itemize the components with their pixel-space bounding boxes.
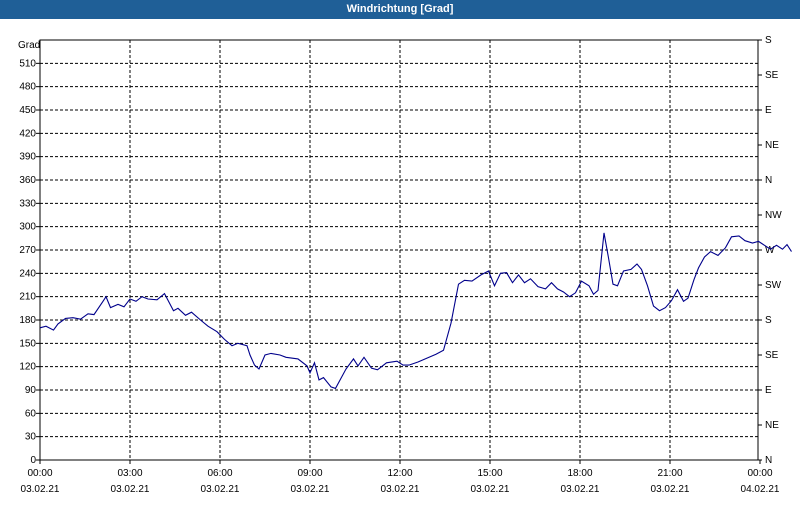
y-tick-label: 390: [19, 152, 36, 163]
right-tick-label: NE: [765, 140, 779, 151]
x-tick-time-label: 03:00: [117, 468, 142, 479]
x-tick-date-label: 03.02.21: [201, 484, 240, 495]
y-tick-label: 120: [19, 362, 36, 373]
y-tick-label: 420: [19, 128, 36, 139]
y-tick-label: 0: [30, 455, 36, 466]
x-tick-time-label: 06:00: [207, 468, 232, 479]
right-tick-label: NE: [765, 420, 779, 431]
x-tick-date-label: 03.02.21: [471, 484, 510, 495]
x-tick-time-label: 12:00: [387, 468, 412, 479]
right-tick-label: E: [765, 385, 772, 396]
y-axis-right: NNEESESSWWNWNNEESES: [758, 35, 782, 466]
chart-title-bar: Windrichtung [Grad]: [0, 0, 800, 19]
y-tick-label: 330: [19, 198, 36, 209]
x-tick-time-label: 21:00: [657, 468, 682, 479]
y-tick-label: 510: [19, 58, 36, 69]
right-tick-label: S: [765, 35, 772, 46]
y-tick-label: 300: [19, 222, 36, 233]
x-tick-time-label: 00:00: [747, 468, 772, 479]
y-tick-label: 210: [19, 292, 36, 303]
right-tick-label: NW: [765, 210, 782, 221]
right-tick-label: SE: [765, 350, 779, 361]
right-tick-label: N: [765, 175, 772, 186]
y-axis-label: Grad: [18, 40, 40, 51]
x-tick-date-label: 03.02.21: [381, 484, 420, 495]
x-tick-date-label: 03.02.21: [561, 484, 600, 495]
x-tick-date-label: 03.02.21: [21, 484, 60, 495]
y-tick-label: 150: [19, 338, 36, 349]
right-tick-label: E: [765, 105, 772, 116]
x-tick-date-label: 03.02.21: [111, 484, 150, 495]
x-tick-date-label: 03.02.21: [651, 484, 690, 495]
y-tick-label: 270: [19, 245, 36, 256]
x-tick-date-label: 04.02.21: [741, 484, 780, 495]
y-tick-label: 240: [19, 268, 36, 279]
x-tick-date-label: 03.02.21: [291, 484, 330, 495]
chart-title: Windrichtung [Grad]: [346, 3, 454, 15]
x-tick-time-label: 15:00: [477, 468, 502, 479]
x-tick-time-label: 00:00: [27, 468, 52, 479]
y-tick-label: 60: [25, 408, 37, 419]
chart-area: 0 30 60 90 120 150 180 210 240 270 300 330 360 390 420…: [0, 19, 800, 500]
right-tick-label: S: [765, 315, 772, 326]
x-tick-time-label: 09:00: [297, 468, 322, 479]
x-tick-time-label: 18:00: [567, 468, 592, 479]
y-tick-label: 450: [19, 105, 36, 116]
wind-direction-chart: 0 30 60 90 120 150 180 210 240 270 300 330 360 390 420…: [18, 35, 792, 495]
y-axis-left: 0 30 60 90 120 150 180 210 240 270 300 330 360 390 420…: [19, 58, 40, 466]
y-tick-label: 30: [25, 432, 37, 443]
x-axis: 00:00 03.02.21 03:00 03.02.21 06:00 03.02.21 0…: [21, 460, 780, 495]
y-tick-label: 180: [19, 315, 36, 326]
right-tick-label: N: [765, 455, 772, 466]
right-tick-label: SW: [765, 280, 782, 291]
y-tick-label: 360: [19, 175, 36, 186]
y-tick-label: 90: [25, 385, 37, 396]
y-tick-label: 480: [19, 82, 36, 93]
right-tick-label: SE: [765, 70, 779, 81]
